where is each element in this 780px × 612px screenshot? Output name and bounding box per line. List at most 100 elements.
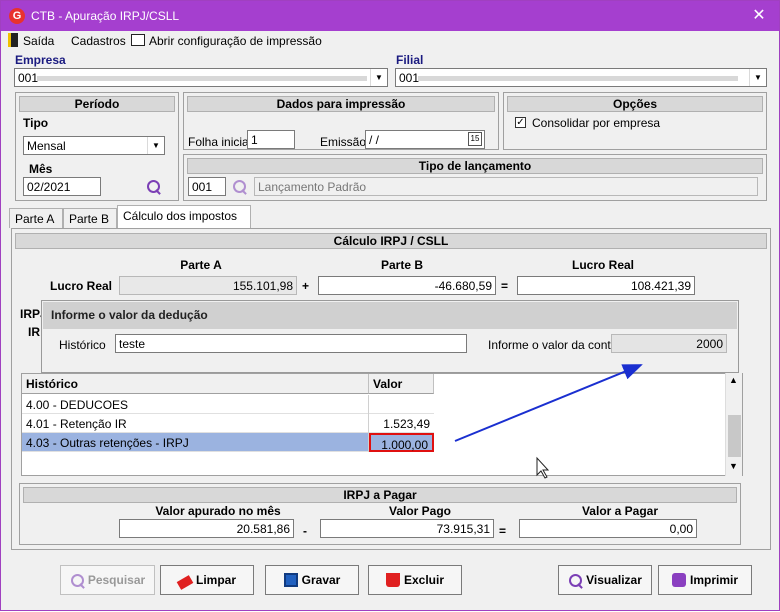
cell-history: 4.00 - DEDUCOES <box>22 395 369 414</box>
deductions-grid: Histórico Valor 4.00 - DEDUCOES 4.01 - R… <box>21 373 743 476</box>
grid-scrollbar[interactable]: ▲ ▼ <box>725 373 742 476</box>
search-icon <box>70 573 84 587</box>
due-value: 0,00 <box>519 519 697 538</box>
view-button[interactable]: Visualizar <box>558 565 652 595</box>
menu-exit[interactable]: Saída <box>23 34 54 48</box>
branch-name-redacted <box>418 76 738 81</box>
cell-history: 4.01 - Retenção IR <box>22 414 369 433</box>
grid-header-value[interactable]: Valor <box>369 374 434 394</box>
deduction-dialog: Informe o valor da dedução Histórico tes… <box>41 300 739 373</box>
tab-parte-a[interactable]: Parte A <box>9 208 63 228</box>
chevron-down-icon[interactable]: ▼ <box>370 69 387 86</box>
parte-b-value: -46.680,59 <box>318 276 496 295</box>
delete-button[interactable]: Excluir <box>368 565 462 595</box>
deduction-dialog-title: Informe o valor da dedução <box>43 302 737 329</box>
search-icon[interactable] <box>146 179 162 195</box>
scroll-down-icon[interactable]: ▼ <box>729 461 738 471</box>
eraser-icon <box>176 575 194 590</box>
search-button[interactable]: Pesquisar <box>60 565 155 595</box>
plus-sign: + <box>302 279 310 293</box>
grid-header-history[interactable]: Histórico <box>22 374 369 394</box>
month-label: Mês <box>29 162 53 176</box>
app-logo-icon: G <box>9 8 25 24</box>
cell-value-highlighted[interactable]: 1.000,00 <box>369 433 434 452</box>
branch-label: Filial <box>396 53 424 67</box>
entry-type-code-input[interactable]: 001 <box>188 177 226 196</box>
app-window: G CTB - Apuração IRPJ/CSLL ✕ Saída Cadas… <box>0 0 780 611</box>
col-parte-b: Parte B <box>380 258 424 272</box>
floppy-disk-icon <box>283 573 298 587</box>
table-row[interactable]: 4.00 - DEDUCOES <box>22 395 434 414</box>
dialog-amount-input[interactable]: 2000 <box>611 334 727 353</box>
save-button[interactable]: Gravar <box>265 565 359 595</box>
lucro-real-label: Lucro Real <box>50 279 113 293</box>
emission-label: Emissão <box>320 135 367 149</box>
emission-date-input[interactable]: / / 15 <box>365 130 485 149</box>
consolidate-label: Consolidar por empresa <box>532 116 661 130</box>
chevron-down-icon[interactable]: ▼ <box>749 69 766 86</box>
menu-bar: Saída Cadastros Abrir configuração de im… <box>1 31 779 51</box>
parte-a-value: 155.101,98 <box>119 276 297 295</box>
clear-button[interactable]: Limpar <box>160 565 254 595</box>
search-icon[interactable] <box>232 179 248 195</box>
title-bar: G CTB - Apuração IRPJ/CSLL ✕ <box>1 1 779 31</box>
initial-page-input[interactable]: 1 <box>247 130 295 149</box>
scroll-up-icon[interactable]: ▲ <box>729 375 738 385</box>
company-name-redacted <box>37 76 367 81</box>
col-paid: Valor Pago <box>388 504 452 518</box>
type-label: Tipo <box>23 116 49 130</box>
magnifier-icon <box>568 573 583 587</box>
month-input[interactable]: 02/2021 <box>23 177 101 196</box>
printer-icon[interactable] <box>131 34 145 46</box>
tab-parte-b[interactable]: Parte B <box>63 208 117 228</box>
paid-value: 73.915,31 <box>320 519 494 538</box>
print-data-panel: Dados para impressão Folha inicial 1 Emi… <box>183 92 499 150</box>
type-value: Mensal <box>27 139 66 153</box>
dialog-history-label: Histórico <box>59 338 106 352</box>
minus-sign: - <box>303 524 307 538</box>
company-select[interactable]: 001 ▼ <box>14 68 388 87</box>
print-data-header: Dados para impressão <box>187 96 495 112</box>
lucro-real-value: 108.421,39 <box>517 276 695 295</box>
branch-select[interactable]: 001 ▼ <box>395 68 767 87</box>
table-row-selected[interactable]: 4.03 - Outras retenções - IRPJ 1.000,00 <box>22 433 434 452</box>
printer-icon <box>671 573 686 587</box>
close-icon[interactable]: ✕ <box>749 6 769 26</box>
emission-value: / / <box>369 133 380 147</box>
table-row[interactable]: 4.01 - Retenção IR 1.523,49 <box>22 414 434 433</box>
equals-sign: = <box>499 524 507 538</box>
tab-ir-sub[interactable]: IR <box>28 325 40 339</box>
irpj-pay-panel: IRPJ a Pagar Valor apurado no mês Valor … <box>19 483 741 545</box>
cell-value: 1.523,49 <box>383 417 430 431</box>
entry-type-panel: Tipo de lançamento 001 Lançamento Padrão <box>183 154 767 201</box>
dialog-amount-label: Informe o valor da conta <box>488 338 618 352</box>
scroll-thumb[interactable] <box>728 415 741 457</box>
initial-page-label: Folha inicial <box>188 135 252 149</box>
company-value: 001 <box>18 71 39 85</box>
window-title: CTB - Apuração IRPJ/CSLL <box>31 9 180 23</box>
consolidate-checkbox[interactable]: ✓ <box>515 117 526 128</box>
menu-records[interactable]: Cadastros <box>71 34 126 48</box>
period-panel: Período Tipo Mensal ▼ Mês 02/2021 <box>15 92 179 201</box>
col-computed: Valor apurado no mês <box>155 504 281 518</box>
exit-icon[interactable] <box>8 33 18 47</box>
col-parte-a: Parte A <box>180 258 222 272</box>
type-select[interactable]: Mensal ▼ <box>23 136 165 155</box>
col-lucro-real: Lucro Real <box>571 258 634 272</box>
calendar-icon[interactable]: 15 <box>468 132 482 146</box>
col-due: Valor a Pagar <box>581 504 659 518</box>
print-button[interactable]: Imprimir <box>658 565 752 595</box>
tab-calculo-impostos[interactable]: Cálculo dos impostos <box>117 205 251 229</box>
company-label: Empresa <box>15 53 66 67</box>
cell-value <box>369 395 434 414</box>
dialog-history-input[interactable]: teste <box>115 334 467 353</box>
chevron-down-icon[interactable]: ▼ <box>147 137 164 154</box>
menu-print-config[interactable]: Abrir configuração de impressão <box>149 34 322 48</box>
equals-sign: = <box>501 279 509 293</box>
cell-history: 4.03 - Outras retenções - IRPJ <box>22 433 369 452</box>
computed-value: 20.581,86 <box>119 519 294 538</box>
branch-value: 001 <box>399 71 420 85</box>
options-header: Opções <box>507 96 763 112</box>
calc-header: Cálculo IRPJ / CSLL <box>15 233 767 249</box>
options-panel: Opções ✓ Consolidar por empresa <box>503 92 767 150</box>
